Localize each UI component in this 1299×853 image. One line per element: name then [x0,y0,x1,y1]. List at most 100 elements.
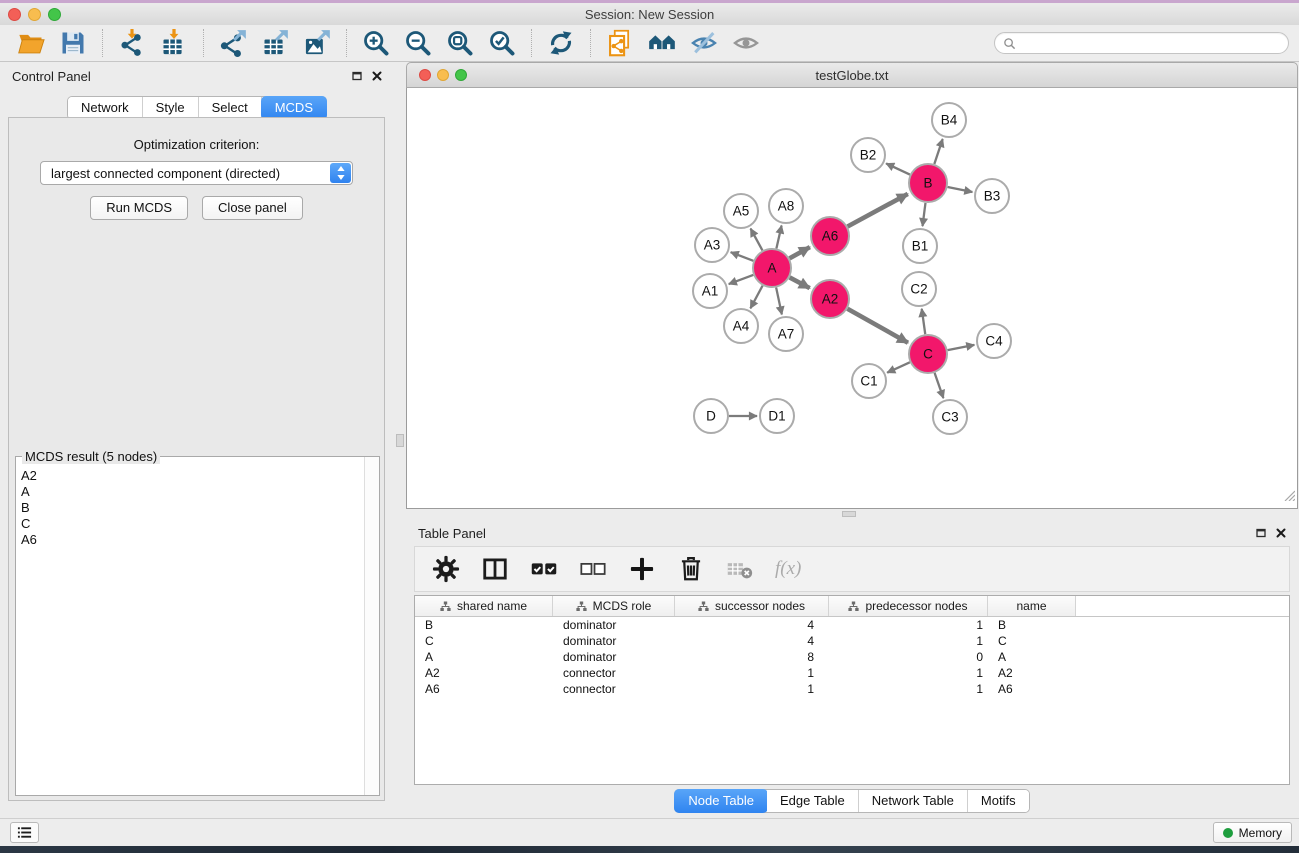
result-list-item[interactable]: A [21,484,364,500]
splitter-handle-horizontal[interactable] [842,511,856,517]
split-panel-icon[interactable] [481,555,509,583]
float-panel-icon[interactable] [352,71,362,81]
zoom-out-icon[interactable] [403,28,433,58]
result-list-item[interactable]: B [21,500,364,516]
table-cell[interactable]: 1 [829,682,988,696]
table-cell[interactable]: dominator [553,650,675,664]
tab-edge-table[interactable]: Edge Table [767,790,859,812]
table-cell[interactable]: C [415,634,553,648]
close-panel-icon[interactable] [372,71,382,81]
table-cell[interactable]: 1 [829,618,988,632]
result-list-item[interactable]: A6 [21,532,364,548]
edge-B-B2[interactable] [886,163,910,174]
tab-network[interactable]: Network [68,97,143,119]
edge-A-A7[interactable] [776,288,782,315]
zoom-in-icon[interactable] [361,28,391,58]
column-header-predecessor-nodes[interactable]: predecessor nodes [829,596,988,616]
table-cell[interactable]: B [415,618,553,632]
deselect-all-icon[interactable] [579,555,607,583]
table-cell[interactable]: dominator [553,634,675,648]
edge-B-B3[interactable] [948,187,973,192]
edge-C-C3[interactable] [935,373,944,398]
tab-style[interactable]: Style [143,97,199,119]
table-cell[interactable]: 0 [829,650,988,664]
table-cell[interactable]: C [988,634,1076,648]
network-window-titlebar[interactable]: testGlobe.txt [406,62,1298,88]
refresh-layout-icon[interactable] [546,28,576,58]
edge-A-A3[interactable] [731,252,754,261]
zoom-fit-icon[interactable] [445,28,475,58]
table-row[interactable]: Adominator80A [415,649,1289,665]
table-row[interactable]: Cdominator41C [415,633,1289,649]
column-header-shared-name[interactable]: shared name [415,596,553,616]
tab-node-table[interactable]: Node Table [674,789,768,813]
export-image-icon[interactable] [302,28,332,58]
edge-C-C4[interactable] [948,345,975,350]
edge-A-A8[interactable] [776,226,781,249]
edge-A-A1[interactable] [729,275,753,284]
tab-select[interactable]: Select [199,97,262,119]
table-cell[interactable]: 4 [675,634,829,648]
add-column-icon[interactable] [628,555,656,583]
task-history-button[interactable] [10,822,39,843]
export-table-icon[interactable] [260,28,290,58]
zoom-selected-icon[interactable] [487,28,517,58]
tab-network-table[interactable]: Network Table [859,790,968,812]
export-network-icon[interactable] [218,28,248,58]
table-cell[interactable]: A6 [415,682,553,696]
edge-C-C2[interactable] [922,309,926,334]
resize-grip-icon[interactable] [1281,487,1295,506]
edge-A-A2[interactable] [790,277,810,288]
first-neighbors-icon[interactable] [647,28,677,58]
table-cell[interactable]: dominator [553,618,675,632]
import-table-icon[interactable] [159,28,189,58]
table-cell[interactable]: 1 [675,666,829,680]
table-cell[interactable]: 8 [675,650,829,664]
column-header-successor-nodes[interactable]: successor nodes [675,596,829,616]
table-cell[interactable]: connector [553,682,675,696]
save-session-icon[interactable] [58,28,88,58]
close-panel-button[interactable]: Close panel [202,196,303,220]
table-cell[interactable]: A [415,650,553,664]
edge-A6-B[interactable] [848,194,908,227]
splitter-handle-vertical[interactable] [396,434,404,447]
column-header-MCDS-role[interactable]: MCDS role [553,596,675,616]
edge-A-A5[interactable] [751,229,763,251]
table-cell[interactable]: A [988,650,1076,664]
memory-button[interactable]: Memory [1213,822,1292,843]
column-header-name[interactable]: name [988,596,1076,616]
table-row[interactable]: A2connector11A2 [415,665,1289,681]
edge-A-A6[interactable] [790,247,810,258]
network-canvas[interactable]: A5A8A3A1A4A7AA6A2BB2B4B3B1CC2C4C1C3DD1 [406,88,1298,509]
search-box[interactable] [994,32,1289,54]
table-cell[interactable]: B [988,618,1076,632]
dropdown-stepper-icon[interactable] [330,163,351,183]
result-list-item[interactable]: C [21,516,364,532]
table-row[interactable]: A6connector11A6 [415,681,1289,697]
table-cell[interactable]: 1 [675,682,829,696]
select-all-icon[interactable] [530,555,558,583]
edge-C-C1[interactable] [887,362,910,372]
open-file-icon[interactable] [16,28,46,58]
table-cell[interactable]: 1 [829,634,988,648]
table-cell[interactable]: connector [553,666,675,680]
edge-A2-C[interactable] [847,309,908,343]
table-cell[interactable]: A6 [988,682,1076,696]
result-scrollbar[interactable] [364,457,379,795]
show-all-icon[interactable] [731,28,761,58]
edge-B-B1[interactable] [923,203,926,226]
run-mcds-button[interactable]: Run MCDS [90,196,188,220]
table-cell[interactable]: A2 [415,666,553,680]
delete-column-icon[interactable] [677,555,705,583]
table-row[interactable]: Bdominator41B [415,617,1289,633]
hide-selection-icon[interactable] [689,28,719,58]
tab-motifs[interactable]: Motifs [968,790,1029,812]
edge-A-A4[interactable] [750,286,762,309]
new-network-from-selection-icon[interactable] [605,28,635,58]
optimization-criterion-dropdown[interactable]: largest connected component (directed) [40,161,353,185]
search-input[interactable] [1021,36,1280,50]
table-cell[interactable]: A2 [988,666,1076,680]
table-cell[interactable]: 1 [829,666,988,680]
edge-B-B4[interactable] [934,139,942,164]
float-table-panel-icon[interactable] [1256,528,1266,538]
